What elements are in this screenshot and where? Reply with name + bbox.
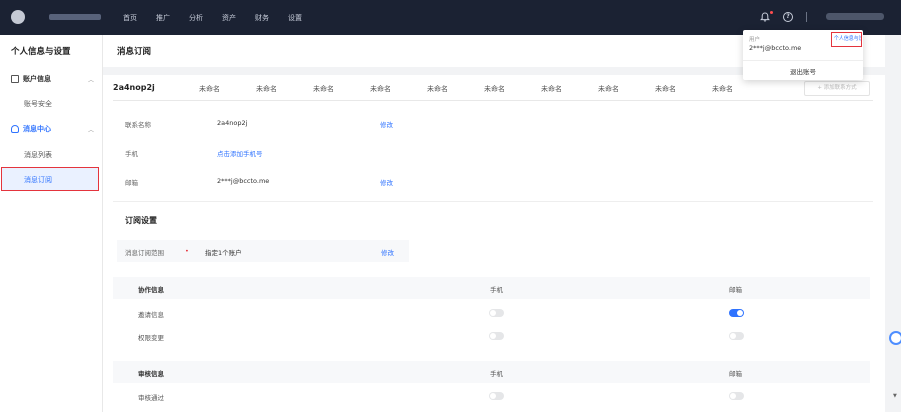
tab-contact-5[interactable]: 未命名 [370, 84, 391, 94]
logo-icon[interactable] [11, 10, 25, 24]
bell-icon[interactable] [760, 12, 770, 22]
dropdown-divider [743, 60, 863, 61]
nav-item-finance[interactable]: 财务 [255, 13, 269, 23]
email-label: 邮箱 [125, 179, 138, 187]
tab-contact-1[interactable]: 2a4nop2j [113, 83, 155, 92]
toggle-review-phone[interactable] [489, 392, 504, 400]
nav-item-promote[interactable]: 推广 [156, 13, 170, 23]
table-header-review: 审核信息 手机 邮箱 [113, 361, 870, 383]
scope-value: 指定1个账户 [205, 249, 242, 257]
col-phone: 手机 [490, 370, 503, 378]
tab-contact-10[interactable]: 未命名 [655, 84, 676, 94]
section-divider [113, 201, 873, 202]
sidebar: 个人信息与设置 账户信息 ︿ 账号安全 消息中心 ︿ 消息列表 消息订阅 [0, 35, 103, 412]
scroll-down-icon[interactable]: ▼ [893, 393, 897, 399]
tab-contact-8[interactable]: 未命名 [541, 84, 562, 94]
logout-button[interactable]: 退出账号 [743, 66, 863, 76]
page-title: 消息订阅 [117, 47, 152, 57]
table-header-collab: 协作信息 手机 邮箱 [113, 277, 870, 299]
nav-item-assets[interactable]: 资产 [222, 13, 236, 23]
nav-item-home[interactable]: 首页 [123, 13, 137, 23]
contact-name-value: 2a4nop2j [217, 119, 248, 127]
contact-name-label: 联系名称 [125, 121, 151, 129]
bell-icon [11, 125, 19, 133]
required-marker: • [185, 247, 189, 255]
sidebar-group-account[interactable]: 账户信息 [11, 74, 51, 84]
col-email: 邮箱 [729, 370, 742, 378]
chevron-up-icon[interactable]: ︿ [88, 125, 94, 134]
edit-name-link[interactable]: 修改 [380, 119, 393, 129]
contact-tabs: 2a4nop2j 未命名 未命名 未命名 未命名 未命名 未命名 未命名 未命名… [113, 77, 873, 101]
tab-contact-9[interactable]: 未命名 [598, 84, 619, 94]
row-label-invite: 邀请信息 [138, 311, 164, 319]
edit-email-link[interactable]: 修改 [380, 177, 393, 187]
email-value: 2***j@bccto.me [217, 177, 270, 185]
tab-contact-11[interactable]: 未命名 [712, 84, 733, 94]
toggle-review-email[interactable] [729, 392, 744, 400]
user-label: 用户 [749, 37, 761, 43]
section-name: 协作信息 [138, 286, 164, 294]
scrollbar[interactable] [885, 35, 901, 412]
col-phone: 手机 [490, 286, 503, 294]
chevron-up-icon[interactable]: ︿ [88, 75, 94, 84]
floating-help-button[interactable] [889, 331, 901, 345]
account-icon [11, 75, 19, 83]
sidebar-title: 个人信息与设置 [11, 47, 71, 57]
toggle-permission-phone[interactable] [489, 332, 504, 340]
tab-contact-2[interactable]: 未命名 [199, 84, 220, 94]
sidebar-item-message-subscription[interactable]: 消息订阅 [1, 167, 99, 191]
sidebar-item-message-list[interactable]: 消息列表 [24, 150, 52, 160]
toggle-invite-phone[interactable] [489, 309, 504, 317]
edit-scope-link[interactable]: 修改 [381, 247, 394, 257]
user-email: 2***j@bccto.me [749, 44, 802, 52]
sidebar-group-message-center[interactable]: 消息中心 [11, 124, 51, 134]
user-menu-trigger[interactable] [826, 13, 884, 20]
help-icon[interactable]: ? [783, 12, 793, 22]
col-email: 邮箱 [729, 286, 742, 294]
tab-contact-3[interactable]: 未命名 [256, 84, 277, 94]
tab-contact-6[interactable]: 未命名 [427, 84, 448, 94]
main-nav: 首页 推广 分析 资产 财务 设置 [123, 0, 321, 35]
logo-text[interactable] [49, 14, 101, 20]
sidebar-group-label: 账户信息 [23, 75, 51, 83]
notification-dot [770, 11, 773, 14]
row-label-permission: 权限变更 [138, 334, 164, 342]
sidebar-group-label: 消息中心 [23, 125, 51, 133]
sidebar-item-account-security[interactable]: 账号安全 [24, 99, 52, 109]
toggle-invite-email[interactable] [729, 309, 744, 317]
personal-settings-button[interactable]: 个人信息与设置 [831, 32, 862, 47]
main-content: 消息订阅 2a4nop2j 未命名 未命名 未命名 未命名 未命名 未命名 未命… [103, 35, 885, 412]
phone-label: 手机 [125, 150, 138, 158]
section-name: 审核信息 [138, 370, 164, 378]
nav-item-analysis[interactable]: 分析 [189, 13, 203, 23]
toggle-permission-email[interactable] [729, 332, 744, 340]
nav-item-settings[interactable]: 设置 [288, 13, 302, 23]
tab-contact-4[interactable]: 未命名 [313, 84, 334, 94]
scope-label: 消息订阅范围 [125, 249, 164, 257]
nav-separator [806, 12, 807, 22]
row-label-review-passed: 审核通过 [138, 394, 164, 402]
personal-settings-label: 个人信息与设置 [833, 36, 861, 42]
add-contact-button[interactable]: + 添加联系方式 [804, 81, 870, 96]
sidebar-item-label: 消息订阅 [24, 176, 52, 184]
add-phone-link[interactable]: 点击添加手机号 [217, 148, 263, 158]
subscription-settings-title: 订阅设置 [125, 216, 157, 225]
subscription-scope-row: 消息订阅范围 • 指定1个账户 修改 [117, 240, 409, 262]
tab-contact-7[interactable]: 未命名 [484, 84, 505, 94]
